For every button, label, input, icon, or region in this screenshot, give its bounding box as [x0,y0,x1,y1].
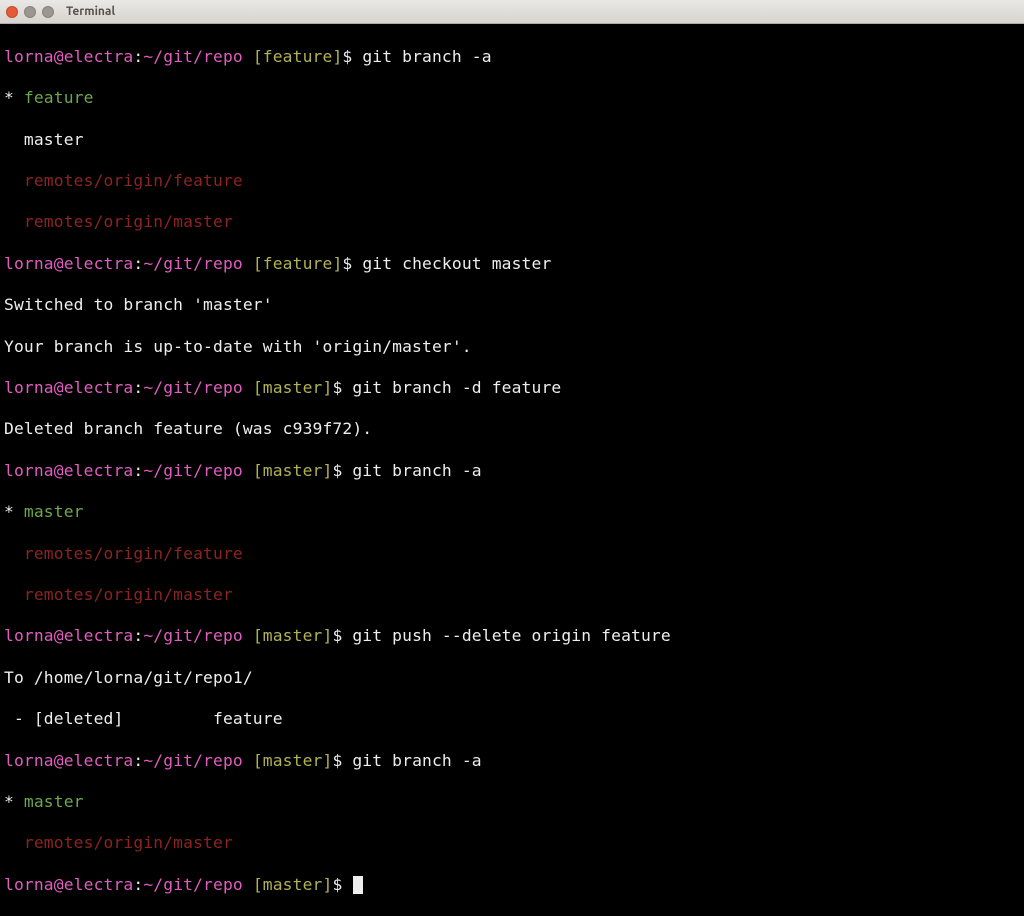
prompt-path: ~/git/repo [143,47,243,66]
command: git branch -a [362,47,491,66]
cursor [353,876,363,894]
command: git push --delete origin feature [352,626,670,645]
output-line: master [4,130,1020,151]
output-remote: remotes/origin/master [4,212,1020,233]
output-remote: remotes/origin/feature [4,171,1020,192]
output-line: * master [4,792,1020,813]
window-title: Terminal [66,5,115,18]
output-remote: remotes/origin/feature [4,544,1020,565]
command: git branch -d feature [352,378,561,397]
prompt-branch: [feature] [253,47,343,66]
prompt-userhost: lorna@electra [4,47,133,66]
output-line: - [deleted] feature [4,709,1020,730]
command: git branch -a [352,461,481,480]
output-line: Deleted branch feature (was c939f72). [4,419,1020,440]
terminal-viewport[interactable]: lorna@electra:~/git/repo [feature]$ git … [0,24,1024,576]
current-branch: feature [24,88,94,107]
close-icon[interactable] [6,6,18,18]
output-line: Your branch is up-to-date with 'origin/m… [4,337,1020,358]
output-line: Switched to branch 'master' [4,295,1020,316]
prompt-line: lorna@electra:~/git/repo [master]$ [4,875,1020,896]
output-remote: remotes/origin/master [4,833,1020,854]
prompt-line: lorna@electra:~/git/repo [feature]$ git … [4,254,1020,275]
output-line: * feature [4,88,1020,109]
output-remote: remotes/origin/master [4,585,1020,606]
prompt-line: lorna@electra:~/git/repo [master]$ git b… [4,461,1020,482]
prompt-line: lorna@electra:~/git/repo [master]$ git b… [4,378,1020,399]
output-line: * master [4,502,1020,523]
command: git checkout master [362,254,551,273]
minimize-icon[interactable] [24,6,36,18]
window-titlebar[interactable]: Terminal [0,0,1024,24]
prompt-line: lorna@electra:~/git/repo [master]$ git b… [4,751,1020,772]
maximize-icon[interactable] [42,6,54,18]
command: git branch -a [352,751,481,770]
prompt-line: lorna@electra:~/git/repo [master]$ git p… [4,626,1020,647]
output-line: To /home/lorna/git/repo1/ [4,668,1020,689]
current-branch: master [24,502,84,521]
prompt-line: lorna@electra:~/git/repo [feature]$ git … [4,47,1020,68]
current-branch: master [24,792,84,811]
